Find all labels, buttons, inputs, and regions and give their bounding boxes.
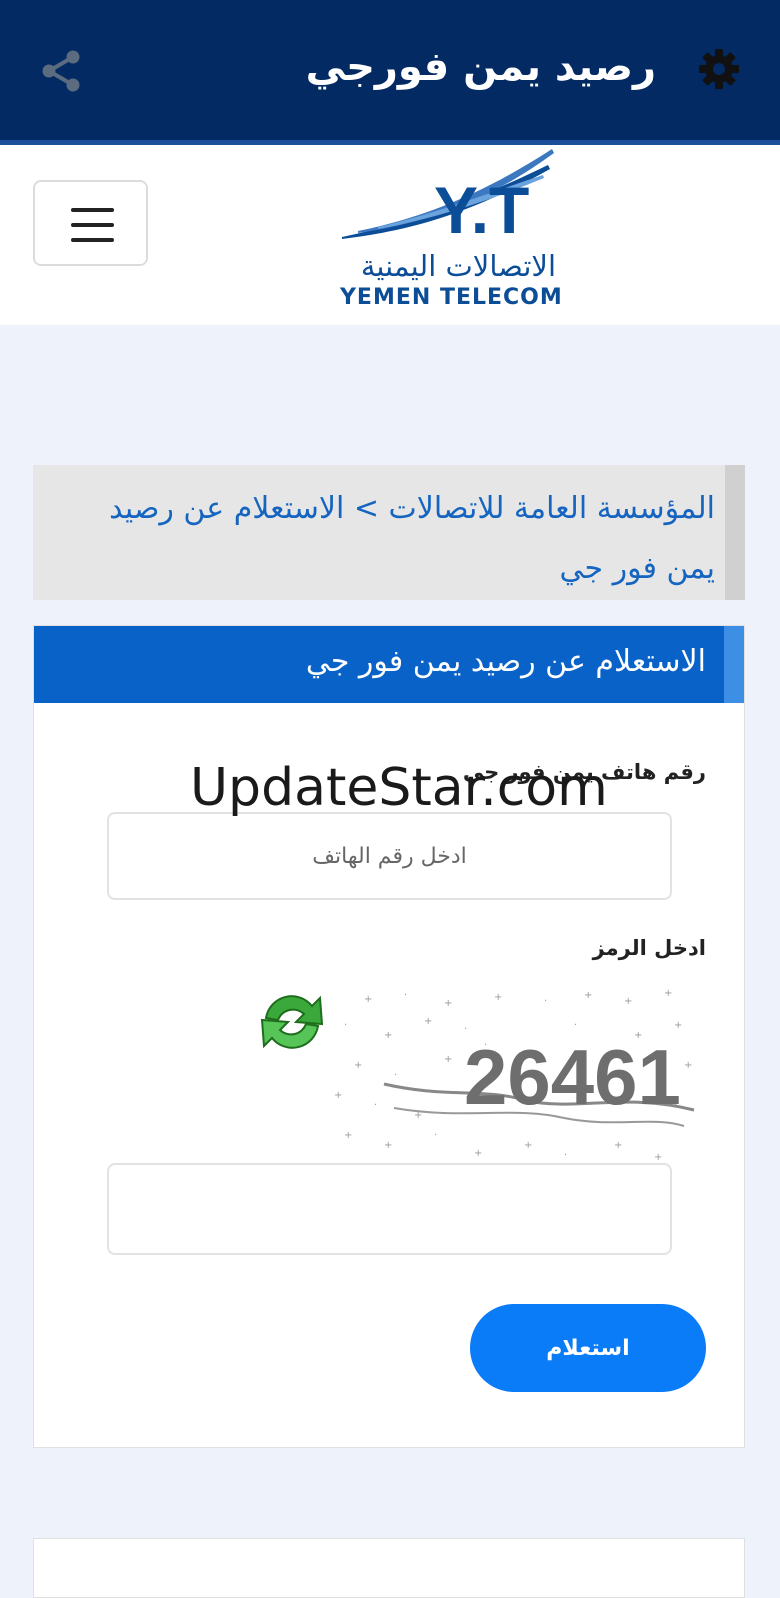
- svg-text:+: +: [444, 998, 452, 1009]
- watermark-text: UpdateStar.com: [190, 758, 608, 818]
- breadcrumb[interactable]: المؤسسة العامة للاتصالات > الاستعلام عن …: [33, 465, 745, 600]
- svg-text:+: +: [444, 1054, 452, 1065]
- app-title: رصيد يمن فورجي: [305, 44, 656, 90]
- svg-text:+: +: [524, 1140, 532, 1151]
- svg-text:·: ·: [344, 1020, 347, 1031]
- svg-text:+: +: [354, 1060, 362, 1071]
- svg-text:·: ·: [374, 1100, 377, 1111]
- svg-text:·: ·: [404, 990, 407, 1001]
- svg-text:+: +: [364, 994, 372, 1005]
- refresh-icon[interactable]: [254, 984, 330, 1060]
- svg-text:·: ·: [434, 1130, 437, 1141]
- menu-button[interactable]: [33, 180, 148, 266]
- phone-input[interactable]: [107, 812, 672, 900]
- svg-text:Y.T: Y.T: [434, 173, 529, 245]
- logo-english-text: YEMEN TELECOM: [340, 285, 563, 310]
- code-label: ادخل الرمز: [592, 936, 706, 960]
- svg-text:+: +: [384, 1140, 392, 1151]
- svg-text:+: +: [424, 1016, 432, 1027]
- balance-inquiry-card: الاستعلام عن رصيد يمن فور جي رقم هاتف يم…: [33, 625, 745, 1448]
- code-input[interactable]: [107, 1163, 672, 1255]
- svg-text:+: +: [584, 990, 592, 1001]
- svg-text:·: ·: [574, 1020, 577, 1031]
- logo-mark: Y.T: [342, 149, 554, 247]
- captcha-text: 26461: [464, 1033, 681, 1121]
- hamburger-menu-icon: [71, 208, 114, 212]
- svg-text:+: +: [494, 992, 502, 1003]
- svg-text:+: +: [654, 1152, 662, 1163]
- svg-text:+: +: [664, 988, 672, 999]
- svg-text:·: ·: [564, 1150, 567, 1161]
- yemen-telecom-logo[interactable]: Y.T الاتصالات اليمنية YEMEN TELECOM: [338, 145, 563, 315]
- svg-text:+: +: [334, 1090, 342, 1101]
- svg-text:·: ·: [394, 1070, 397, 1081]
- svg-text:·: ·: [544, 996, 547, 1007]
- logo-arabic-text: الاتصالات اليمنية: [360, 249, 556, 283]
- svg-text:+: +: [684, 1060, 692, 1071]
- svg-text:+: +: [384, 1030, 392, 1041]
- app-bar: رصيد يمن فورجي: [0, 0, 780, 140]
- captcha-image: + ·++ ·+++ ·++· ++·+ +·+· ++·+ +·++ +·+· …: [334, 988, 695, 1163]
- card-heading: الاستعلام عن رصيد يمن فور جي: [34, 626, 744, 703]
- svg-text:+: +: [624, 996, 632, 1007]
- inquiry-button[interactable]: استعلام: [470, 1304, 706, 1392]
- svg-text:+: +: [344, 1130, 352, 1141]
- svg-text:+: +: [474, 1148, 482, 1159]
- secondary-card: [33, 1538, 745, 1598]
- svg-text:+: +: [674, 1020, 682, 1031]
- breadcrumb-text[interactable]: المؤسسة العامة للاتصالات > الاستعلام عن …: [109, 491, 715, 586]
- gear-icon[interactable]: [698, 48, 740, 90]
- svg-text:+: +: [614, 1140, 622, 1151]
- share-icon[interactable]: [38, 48, 84, 94]
- site-header: Y.T الاتصالات اليمنية YEMEN TELECOM: [0, 145, 780, 325]
